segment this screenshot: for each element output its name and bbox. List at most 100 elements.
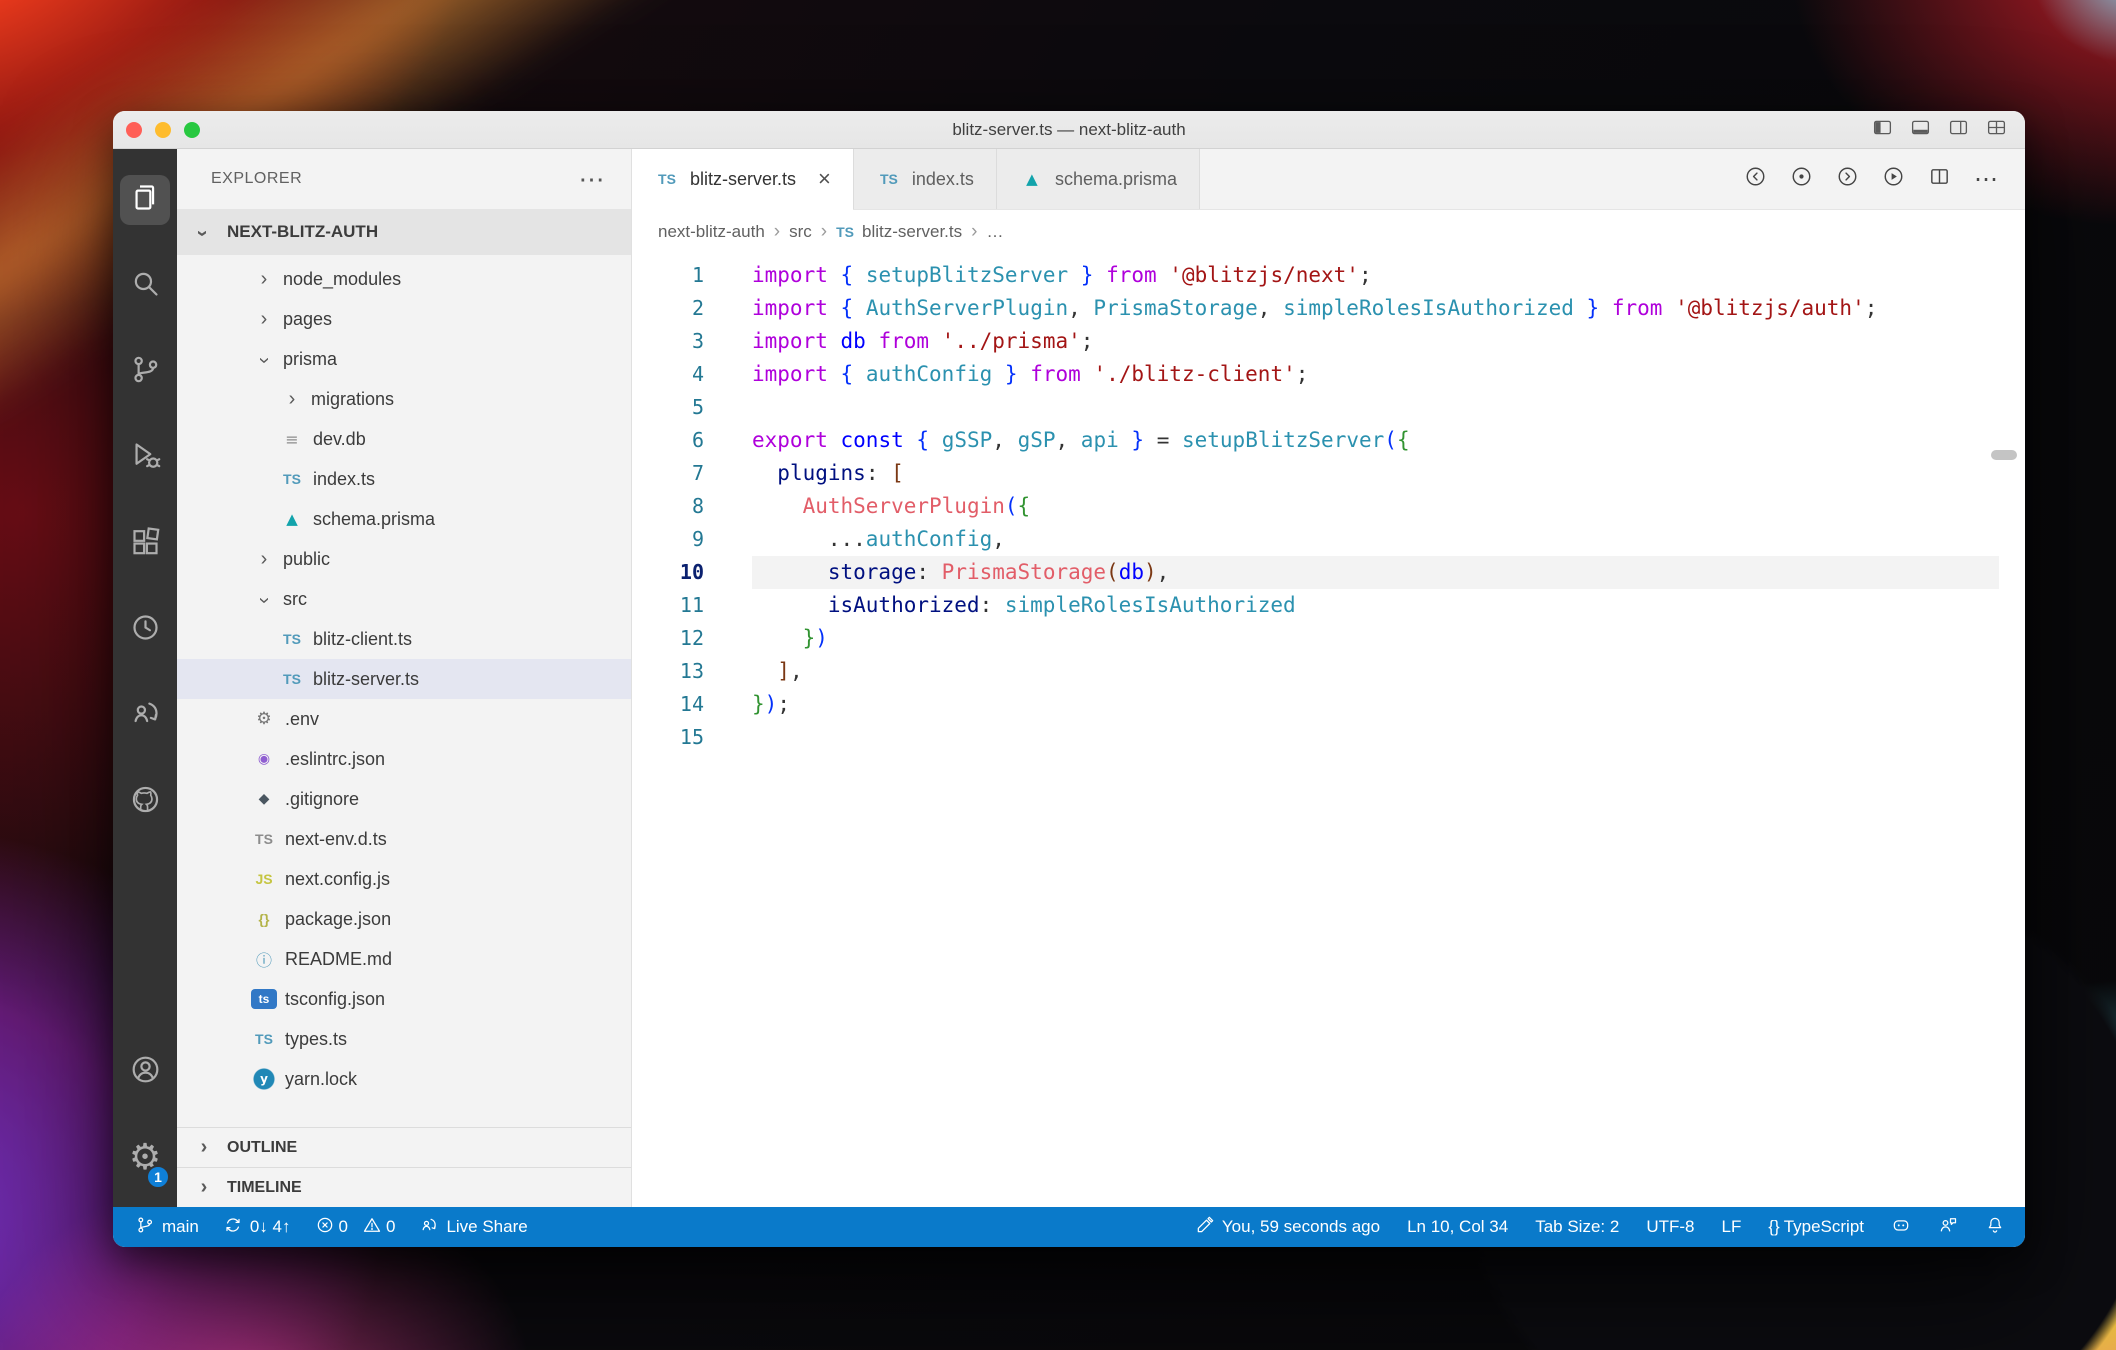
line-number[interactable]: 15 (632, 721, 704, 754)
branch-status[interactable]: main (135, 1215, 199, 1240)
activity-history-button[interactable] (113, 587, 177, 673)
minimize-window-button[interactable] (155, 121, 171, 138)
file-item[interactable]: ▲ schema.prisma (177, 499, 631, 539)
file-item[interactable]: ts tsconfig.json (177, 979, 631, 1019)
editor-tab[interactable]: TS blitz-server.ts × (632, 149, 854, 210)
line-number[interactable]: 9 (632, 523, 704, 556)
toggle-sidebar-icon[interactable] (1872, 117, 1893, 143)
code-line[interactable]: 3 import db from '../prisma'; (632, 325, 2025, 358)
navigate-back-icon[interactable] (1744, 165, 1767, 193)
line-number[interactable]: 13 (632, 655, 704, 688)
file-item[interactable]: JS next.config.js (177, 859, 631, 899)
breadcrumb-item[interactable]: src (789, 222, 812, 242)
code-line[interactable]: 13 ], (632, 655, 2025, 688)
code-line[interactable]: 5 (632, 391, 2025, 424)
tab-size-status[interactable]: Tab Size: 2 (1535, 1217, 1619, 1237)
line-number[interactable]: 7 (632, 457, 704, 490)
folder-item[interactable]: › pages (177, 299, 631, 339)
breadcrumb-item[interactable]: … (986, 222, 1003, 242)
cursor-position-status[interactable]: Ln 10, Col 34 (1407, 1217, 1508, 1237)
activity-search-button[interactable] (113, 243, 177, 329)
language-status[interactable]: {} TypeScript (1768, 1217, 1864, 1237)
activity-github-button[interactable] (113, 759, 177, 845)
live-share-status[interactable]: Live Share (419, 1215, 528, 1240)
file-item[interactable]: ◆ .gitignore (177, 779, 631, 819)
file-item[interactable]: ◉ .eslintrc.json (177, 739, 631, 779)
navigate-forward-icon[interactable] (1836, 165, 1859, 193)
code-line[interactable]: 6 export const { gSSP, gSP, api } = setup… (632, 424, 2025, 457)
activity-settings-button[interactable]: ⚙ 1 (113, 1115, 177, 1201)
project-section-header[interactable]: › NEXT-BLITZ-AUTH (177, 209, 631, 255)
split-editor-icon[interactable] (1928, 165, 1951, 193)
line-number[interactable]: 11 (632, 589, 704, 622)
eol-status[interactable]: LF (1721, 1217, 1741, 1237)
code-editor[interactable]: 1 import { setupBlitzServer } from '@blit… (632, 254, 2025, 1207)
editor-tab[interactable]: ▲ schema.prisma (996, 149, 1200, 209)
code-line[interactable]: 11 isAuthorized: simpleRolesIsAuthorized (632, 589, 2025, 622)
activity-source-control-button[interactable] (113, 329, 177, 415)
code-line[interactable]: 1 import { setupBlitzServer } from '@blit… (632, 259, 2025, 292)
line-number[interactable]: 2 (632, 292, 704, 325)
folder-item[interactable]: › node_modules (177, 259, 631, 299)
problems-status[interactable]: 0 0 (315, 1215, 395, 1240)
breadcrumb-item[interactable]: next-blitz-auth (658, 222, 765, 242)
line-number[interactable]: 1 (632, 259, 704, 292)
breadcrumb-item[interactable]: TS blitz-server.ts (836, 221, 962, 243)
zoom-window-button[interactable] (184, 121, 200, 138)
activity-explorer-button[interactable] (113, 157, 177, 243)
customize-layout-icon[interactable] (1986, 117, 2007, 143)
folder-item[interactable]: › public (177, 539, 631, 579)
folder-item[interactable]: › migrations (177, 379, 631, 419)
line-number[interactable]: 8 (632, 490, 704, 523)
close-window-button[interactable] (126, 121, 142, 138)
activity-run-debug-button[interactable] (113, 415, 177, 501)
file-item[interactable]: TS blitz-client.ts (177, 619, 631, 659)
code-line[interactable]: 4 import { authConfig } from './blitz-cli… (632, 358, 2025, 391)
file-item[interactable]: y yarn.lock (177, 1059, 631, 1099)
window-titlebar[interactable]: blitz-server.ts — next-blitz-auth (113, 111, 2025, 149)
more-actions-icon[interactable]: ⋯ (1974, 165, 1999, 194)
close-icon[interactable]: × (818, 168, 831, 190)
activity-extensions-button[interactable] (113, 501, 177, 587)
file-item[interactable]: TS blitz-server.ts (177, 659, 631, 699)
line-number[interactable]: 6 (632, 424, 704, 457)
code-line[interactable]: 2 import { AuthServerPlugin, PrismaStorag… (632, 292, 2025, 325)
toggle-panel-icon[interactable] (1910, 117, 1931, 143)
file-item[interactable]: ⓘ README.md (177, 939, 631, 979)
activity-accounts-button[interactable] (113, 1029, 177, 1115)
code-line[interactable]: 8 AuthServerPlugin({ (632, 490, 2025, 523)
code-line[interactable]: 9 ...authConfig, (632, 523, 2025, 556)
sync-status[interactable]: 0↓ 4↑ (223, 1215, 291, 1240)
editor-tab[interactable]: TS index.ts (853, 149, 997, 209)
file-item[interactable]: ≡ dev.db (177, 419, 631, 459)
copilot-status[interactable] (1891, 1215, 1911, 1240)
target-icon[interactable] (1790, 165, 1813, 193)
toggle-secondary-sidebar-icon[interactable] (1948, 117, 1969, 143)
line-number[interactable]: 3 (632, 325, 704, 358)
line-number[interactable]: 14 (632, 688, 704, 721)
file-item[interactable]: {} package.json (177, 899, 631, 939)
file-item[interactable]: TS types.ts (177, 1019, 631, 1059)
feedback-status[interactable] (1938, 1215, 1958, 1240)
file-item[interactable]: TS next-env.d.ts (177, 819, 631, 859)
code-line[interactable]: 7 plugins: [ (632, 457, 2025, 490)
folder-item[interactable]: › prisma (177, 339, 631, 379)
code-line[interactable]: 12 }) (632, 622, 2025, 655)
code-line[interactable]: 14}); (632, 688, 2025, 721)
folder-item[interactable]: › src (177, 579, 631, 619)
notifications-status[interactable] (1985, 1215, 2005, 1240)
outline-section[interactable]: › OUTLINE (177, 1127, 631, 1167)
timeline-section[interactable]: › TIMELINE (177, 1167, 631, 1207)
line-number[interactable]: 12 (632, 622, 704, 655)
line-number[interactable]: 10 (632, 556, 704, 589)
line-number[interactable]: 4 (632, 358, 704, 391)
encoding-status[interactable]: UTF-8 (1646, 1217, 1694, 1237)
code-line[interactable]: 10 storage: PrismaStorage(db), (632, 556, 2025, 589)
blame-status[interactable]: You, 59 seconds ago (1195, 1215, 1380, 1240)
file-item[interactable]: TS index.ts (177, 459, 631, 499)
activity-live-share-button[interactable] (113, 673, 177, 759)
code-line[interactable]: 15 (632, 721, 2025, 754)
run-file-icon[interactable] (1882, 165, 1905, 193)
line-number[interactable]: 5 (632, 391, 704, 424)
file-item[interactable]: ⚙ .env (177, 699, 631, 739)
